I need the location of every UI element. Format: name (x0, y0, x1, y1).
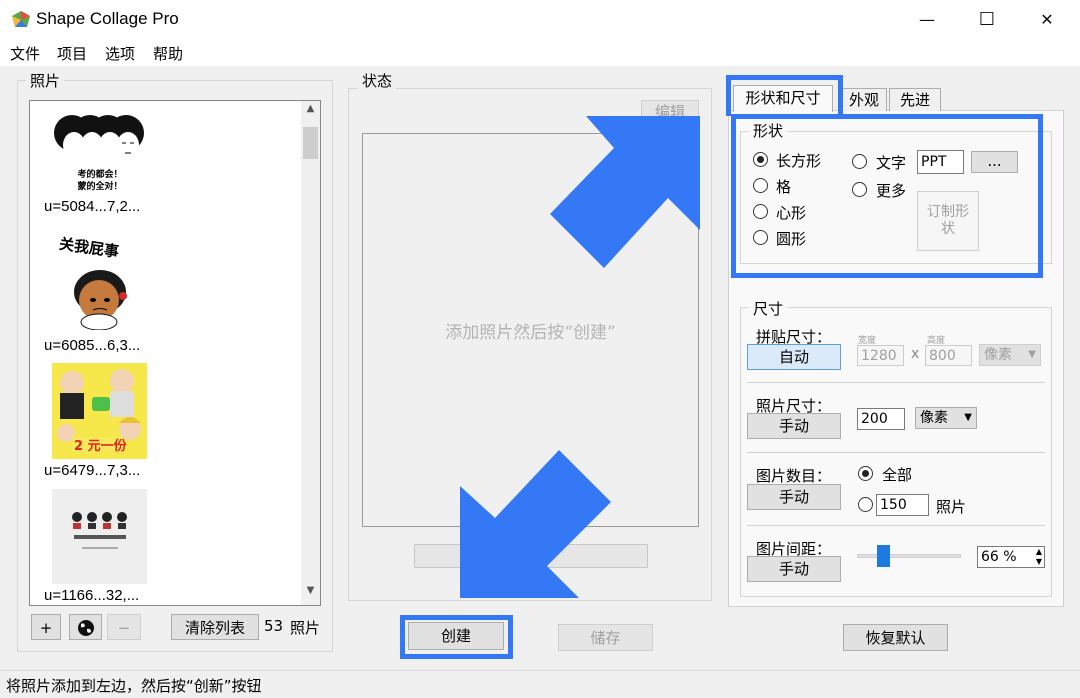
chevron-down-icon: ▼ (964, 412, 972, 423)
window-title: Shape Collage Pro (36, 9, 179, 28)
scroll-up-icon[interactable]: ▲ (301, 103, 320, 119)
thumbnail-caption: 2 元一份 (74, 439, 127, 454)
photo-thumbnail[interactable]: 关我屁事 (55, 235, 150, 334)
shape-highlight (731, 114, 1043, 278)
spacing-value: 66 % (981, 549, 1017, 565)
collage-unit-select[interactable]: 像素 ▼ (979, 344, 1041, 366)
photo-count: 53 (264, 617, 284, 635)
add-photo-button[interactable]: + (31, 614, 61, 640)
status-bar-text: 将照片添加到左边，然后按“创新”按钮 (6, 677, 262, 695)
app-logo-icon (12, 11, 30, 27)
scroll-thumb[interactable] (303, 127, 318, 159)
photo-thumbnail[interactable]: 2 元一份 (52, 363, 147, 459)
photo-label: u=6479...7,3... (44, 462, 141, 479)
count-all-radio[interactable] (858, 466, 873, 481)
tab-advanced[interactable]: 先进 (889, 88, 941, 111)
count-all-label: 全部 (882, 466, 913, 484)
divider (747, 382, 1045, 383)
spacing-slider-track[interactable] (857, 554, 961, 558)
menu-help[interactable]: 帮助 (153, 43, 183, 64)
dimension-separator: x (911, 346, 920, 362)
photo-label: u=1166...32,... (44, 587, 140, 604)
collage-size-mode-button[interactable]: 自动 (747, 344, 841, 370)
menu-project[interactable]: 项目 (57, 43, 87, 64)
size-group-title: 尺寸 (749, 298, 788, 319)
create-button-highlight (400, 615, 513, 659)
photo-label: u=5084...7,2... (44, 198, 141, 215)
photos-group-title: 照片 (26, 70, 65, 91)
photo-size-mode-button[interactable]: 手动 (747, 413, 841, 439)
menu-options[interactable]: 选项 (105, 43, 135, 64)
photo-count-label: 图片数目： (756, 467, 832, 485)
count-unit-label: 照片 (936, 498, 967, 516)
status-group-title: 状态 (358, 70, 397, 91)
photo-unit-select[interactable]: 像素 ▼ (915, 407, 977, 429)
add-web-photo-button[interactable] (69, 614, 102, 640)
spinner-icon[interactable]: ▲ ▼ (1036, 547, 1042, 567)
collage-width-input[interactable]: 1280 (857, 345, 904, 366)
scroll-down-icon[interactable]: ▼ (301, 585, 320, 601)
thumbnail-caption: 考的都会！ (77, 170, 123, 180)
menu-file[interactable]: 文件 (10, 43, 40, 64)
annotation-arrow-down-left-icon (460, 450, 611, 598)
divider (747, 452, 1045, 453)
spacing-slider-thumb[interactable] (877, 545, 891, 567)
clear-list-button[interactable]: 清除列表 (171, 614, 259, 640)
tab-highlight (726, 75, 843, 116)
close-button[interactable]: ✕ (1032, 8, 1062, 32)
photo-count-mode-button[interactable]: 手动 (747, 484, 841, 510)
annotation-arrow-up-right-icon (550, 116, 700, 268)
spacing-mode-button[interactable]: 手动 (747, 556, 841, 582)
photo-unit-value: 像素 (920, 410, 948, 426)
spacing-value-input[interactable]: 66 % ▲ ▼ (977, 546, 1045, 568)
minimize-button[interactable]: — (912, 8, 942, 32)
chevron-down-icon: ▼ (1028, 349, 1036, 360)
save-button[interactable]: 储存 (558, 624, 653, 651)
collage-height-input[interactable]: 800 (925, 345, 972, 366)
tab-appearance[interactable]: 外观 (841, 88, 887, 111)
divider (747, 525, 1045, 526)
maximize-button[interactable]: ☐ (972, 8, 1002, 32)
globe-icon (77, 620, 94, 636)
reset-defaults-button[interactable]: 恢复默认 (843, 624, 948, 651)
thumbnail-caption: 蒙的全对！ (77, 182, 123, 192)
collage-unit-value: 像素 (984, 347, 1012, 363)
photo-count-unit: 照片 (290, 619, 321, 637)
count-custom-radio[interactable] (858, 497, 873, 512)
photo-list[interactable]: 考的都会！ 蒙的全对！ u=5084...7,2... 关我屁事 u=6085.… (29, 100, 321, 606)
preview-placeholder: 添加照片然后按“创建” (445, 323, 616, 343)
photo-thumbnail[interactable] (52, 489, 147, 584)
remove-photo-button[interactable]: − (107, 614, 141, 640)
count-custom-input[interactable]: 150 (876, 494, 929, 516)
photo-list-scrollbar[interactable]: ▲ ▼ (301, 101, 320, 605)
photo-label: u=6085...6,3... (44, 337, 141, 354)
photo-thumbnail[interactable]: 考的都会！ 蒙的全对！ (50, 109, 150, 199)
photo-size-input[interactable]: 200 (857, 408, 905, 430)
